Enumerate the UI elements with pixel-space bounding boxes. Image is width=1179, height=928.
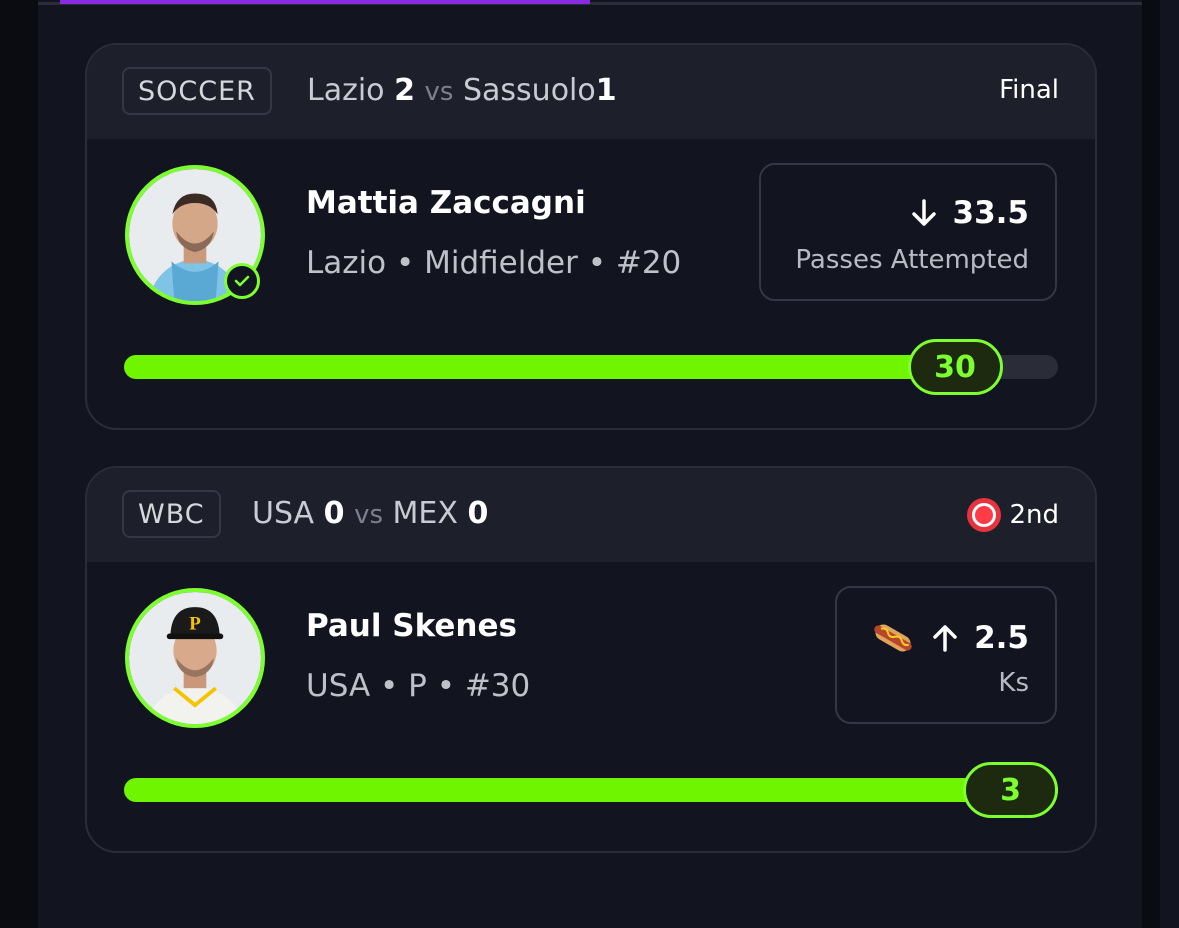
arrow-up-icon [933,625,957,652]
away-team: MEX [392,496,458,531]
home-score: 2 [394,73,415,108]
game-status-text: Final [999,75,1059,105]
pick-card[interactable]: WBC USA 0 vs MEX 0 2nd P Paul Skenes USA… [85,466,1097,853]
tab-indicator [60,0,590,4]
sport-badge: WBC [122,490,221,538]
player-meta: USA • P • #30 [306,668,531,704]
card-header: SOCCER Lazio 2 vs Sassuolo1 Final [87,45,1095,139]
player-name: Mattia Zaccagni [306,185,586,221]
line-value: 2.5 [974,620,1029,656]
line-value: 33.5 [952,195,1030,231]
stat-label: Ks [998,668,1029,698]
hotdog-icon [874,624,912,652]
arrow-down-icon [911,199,936,226]
away-team: Sassuolo [463,73,596,108]
side-panel-edge [1160,0,1179,928]
player-name: Paul Skenes [306,608,517,644]
home-team: Lazio [307,73,385,108]
vs-label: vs [354,500,383,530]
progress-fill [124,355,965,379]
stat-line: 2.5 [870,618,1029,658]
pick-card[interactable]: SOCCER Lazio 2 vs Sassuolo1 Final Mattia… [85,43,1097,430]
matchup: USA 0 vs MEX 0 [252,496,488,531]
stat-box[interactable]: 33.5 Passes Attempted [759,163,1057,301]
away-score: 0 [467,496,489,531]
card-header: WBC USA 0 vs MEX 0 2nd [87,468,1095,562]
stat-label: Passes Attempted [795,245,1029,275]
game-status: Final [999,75,1059,105]
away-score: 1 [595,73,617,108]
vs-label: vs [424,77,454,107]
check-icon [224,263,260,299]
svg-text:P: P [189,614,201,635]
stat-line: 33.5 [909,195,1030,231]
progress-fill [124,778,1058,802]
actual-value-pill: 3 [963,762,1058,818]
player-meta: Lazio • Midfielder • #20 [306,245,682,281]
progress-track [124,778,1058,802]
matchup: Lazio 2 vs Sassuolo1 [307,73,617,108]
actual-value-pill: 30 [907,339,1003,395]
sport-badge: SOCCER [122,67,272,115]
game-status: 2nd [967,498,1059,532]
home-team: USA [252,496,315,531]
player-avatar: P [125,588,265,728]
stat-box[interactable]: 2.5 Ks [835,586,1057,724]
home-score: 0 [323,496,345,531]
game-status-text: 2nd [1009,500,1059,530]
player-photo: P [129,592,261,724]
live-indicator-icon [967,498,1002,532]
